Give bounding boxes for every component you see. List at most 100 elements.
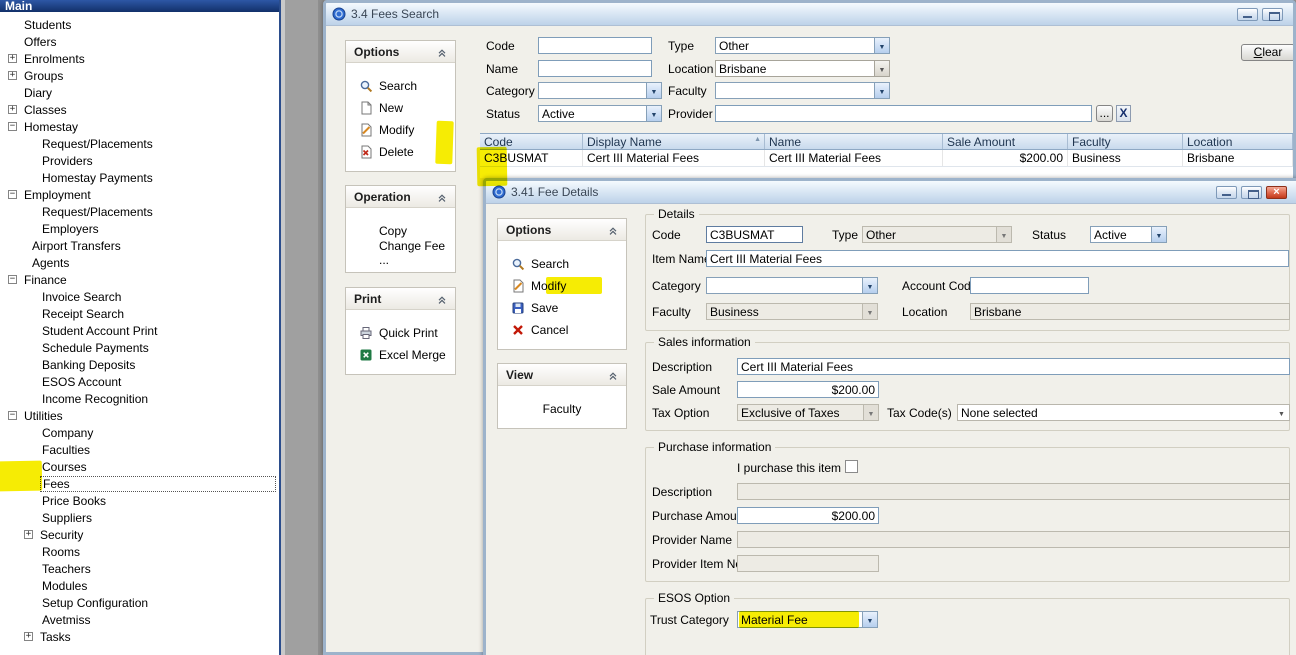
grid-row[interactable]: C3BUSMATCert III Material FeesCert III M… [480,150,1293,167]
details-code-input[interactable] [706,226,803,243]
delete-action[interactable]: Delete [346,141,455,163]
sidebar-item-modules[interactable]: Modules [0,577,278,594]
quick-print-action[interactable]: Quick Print [346,322,455,344]
sidebar-item-enrolments[interactable]: +Enrolments [0,50,278,67]
collapse-icon[interactable]: − [8,275,17,284]
dropdown-arrow-icon[interactable] [646,106,661,121]
sidebar-item-setup-configuration[interactable]: Setup Configuration [0,594,278,611]
clear-button[interactable]: Clear [1241,44,1295,61]
print-panel-header[interactable]: Print [346,288,455,310]
maximize-button[interactable] [1262,8,1283,21]
sidebar-item-receipt-search[interactable]: Receipt Search [0,305,278,322]
details-status-select[interactable]: Active [1090,226,1167,243]
account-code-input[interactable] [970,277,1089,294]
collapse-chevron-icon[interactable] [437,47,447,57]
sidebar-item-price-books[interactable]: Price Books [0,492,278,509]
provider-input[interactable] [715,105,1092,122]
sidebar-item-faculties[interactable]: Faculties [0,441,278,458]
sidebar-item-courses[interactable]: Courses [0,458,278,475]
dropdown-arrow-icon[interactable] [863,405,878,420]
grid-column-header[interactable]: Location [1183,134,1293,149]
dropdown-arrow-icon[interactable] [862,304,877,319]
item-name-input[interactable] [706,250,1289,267]
minimize-button[interactable] [1237,8,1258,21]
sidebar-item-employers[interactable]: Employers [0,220,278,237]
sidebar-item-income-recognition[interactable]: Income Recognition [0,390,278,407]
details-options-header[interactable]: Options [498,219,626,241]
sidebar-item-tasks[interactable]: +Tasks [0,628,278,645]
grid-column-header[interactable]: Sale Amount [943,134,1068,149]
sidebar-item-teachers[interactable]: Teachers [0,560,278,577]
dropdown-arrow-icon[interactable] [874,38,889,53]
details-cancel-action[interactable]: Cancel [498,319,626,341]
expand-icon[interactable]: + [8,71,17,80]
sidebar-item-fees[interactable]: Fees [0,475,278,492]
operation-panel-header[interactable]: Operation [346,186,455,208]
provider-name-input[interactable] [737,531,1290,548]
change-fee-action[interactable]: Change Fee ... [346,242,455,264]
status-select[interactable]: Active [538,105,662,122]
new-action[interactable]: New [346,97,455,119]
dropdown-arrow-icon[interactable] [646,83,661,98]
sidebar-item-airport-transfers[interactable]: Airport Transfers [0,237,278,254]
collapse-icon[interactable]: − [8,190,17,199]
maximize-button[interactable] [1241,186,1262,199]
sidebar-item-utilities[interactable]: −Utilities [0,407,278,424]
provider-browse-button[interactable]: ... [1096,105,1113,122]
details-category-select[interactable] [706,277,878,294]
expand-icon[interactable]: + [8,105,17,114]
close-button[interactable] [1266,186,1287,199]
provider-clear-button[interactable]: X [1116,105,1131,122]
details-modify-action[interactable]: Modify [498,275,626,297]
excel-merge-action[interactable]: Excel Merge [346,344,455,366]
sales-description-input[interactable] [737,358,1290,375]
sidebar-item-banking-deposits[interactable]: Banking Deposits [0,356,278,373]
expand-icon[interactable]: + [24,632,33,641]
sidebar-item-invoice-search[interactable]: Invoice Search [0,288,278,305]
sidebar-item-groups[interactable]: +Groups [0,67,278,84]
tax-option-select[interactable]: Exclusive of Taxes [737,404,879,421]
details-save-action[interactable]: Save [498,297,626,319]
purchase-item-checkbox[interactable] [845,460,858,473]
dropdown-arrow-icon[interactable] [862,612,877,627]
sidebar-item-diary[interactable]: Diary [0,84,278,101]
fees-search-titlebar[interactable]: 3.4 Fees Search [326,3,1293,26]
fee-details-titlebar[interactable]: 3.41 Fee Details [486,181,1296,204]
collapse-icon[interactable]: − [8,411,17,420]
collapse-chevron-icon[interactable] [437,294,447,304]
modify-action[interactable]: Modify [346,119,455,141]
details-type-select[interactable]: Other [862,226,1012,243]
trust-category-select[interactable]: Material Fee [737,611,878,628]
dropdown-arrow-icon[interactable] [1274,405,1289,420]
sidebar-item-homestay[interactable]: −Homestay [0,118,278,135]
sidebar-item-request-placements[interactable]: Request/Placements [0,203,278,220]
faculty-select[interactable] [715,82,890,99]
type-select[interactable]: Other [715,37,890,54]
collapse-chevron-icon[interactable] [608,370,618,380]
grid-column-header[interactable]: Faculty [1068,134,1183,149]
code-input[interactable] [538,37,652,54]
sidebar-item-request-placements[interactable]: Request/Placements [0,135,278,152]
sidebar-item-employment[interactable]: −Employment [0,186,278,203]
details-location-input[interactable] [970,303,1290,320]
grid-column-header[interactable]: Code [480,134,583,149]
expand-icon[interactable]: + [24,530,33,539]
sidebar-item-esos-account[interactable]: ESOS Account [0,373,278,390]
purchase-amount-input[interactable] [737,507,879,524]
search-action[interactable]: Search [346,75,455,97]
sidebar-item-student-account-print[interactable]: Student Account Print [0,322,278,339]
view-faculty-action[interactable]: Faculty [498,398,626,420]
sidebar-item-finance[interactable]: −Finance [0,271,278,288]
details-faculty-select[interactable]: Business [706,303,878,320]
sidebar-item-rooms[interactable]: Rooms [0,543,278,560]
sidebar-item-homestay-payments[interactable]: Homestay Payments [0,169,278,186]
grid-column-header[interactable]: Display Name▲ [583,134,765,149]
provider-item-no-input[interactable] [737,555,879,572]
sidebar-item-schedule-payments[interactable]: Schedule Payments [0,339,278,356]
sidebar-item-students[interactable]: Students [0,16,278,33]
splitter-strip[interactable] [283,0,323,655]
location-select[interactable]: Brisbane [715,60,890,77]
dropdown-arrow-icon[interactable] [996,227,1011,242]
view-panel-header[interactable]: View [498,364,626,386]
sidebar-item-providers[interactable]: Providers [0,152,278,169]
